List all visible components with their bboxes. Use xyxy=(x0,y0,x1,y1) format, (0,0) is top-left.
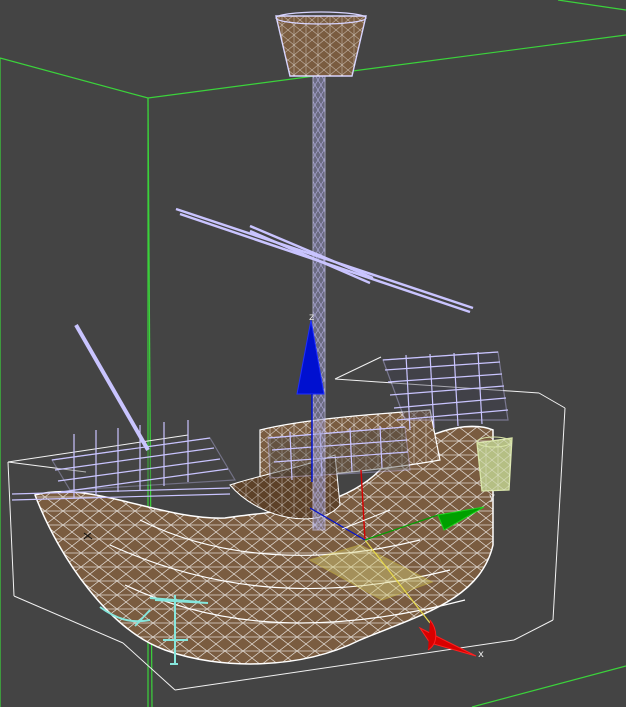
x-axis-arrow[interactable]: x xyxy=(418,619,484,660)
z-axis-label: z xyxy=(309,312,314,323)
forecastle-wireframe[interactable] xyxy=(11,324,237,501)
y-axis-label: y xyxy=(489,492,495,503)
crows-nest[interactable] xyxy=(275,11,367,77)
perspective-viewport[interactable]: z y x xyxy=(0,0,626,707)
viewport-canvas[interactable]: z y x xyxy=(0,0,626,707)
stern-lantern[interactable] xyxy=(476,436,513,492)
x-axis-label: x xyxy=(478,649,484,660)
